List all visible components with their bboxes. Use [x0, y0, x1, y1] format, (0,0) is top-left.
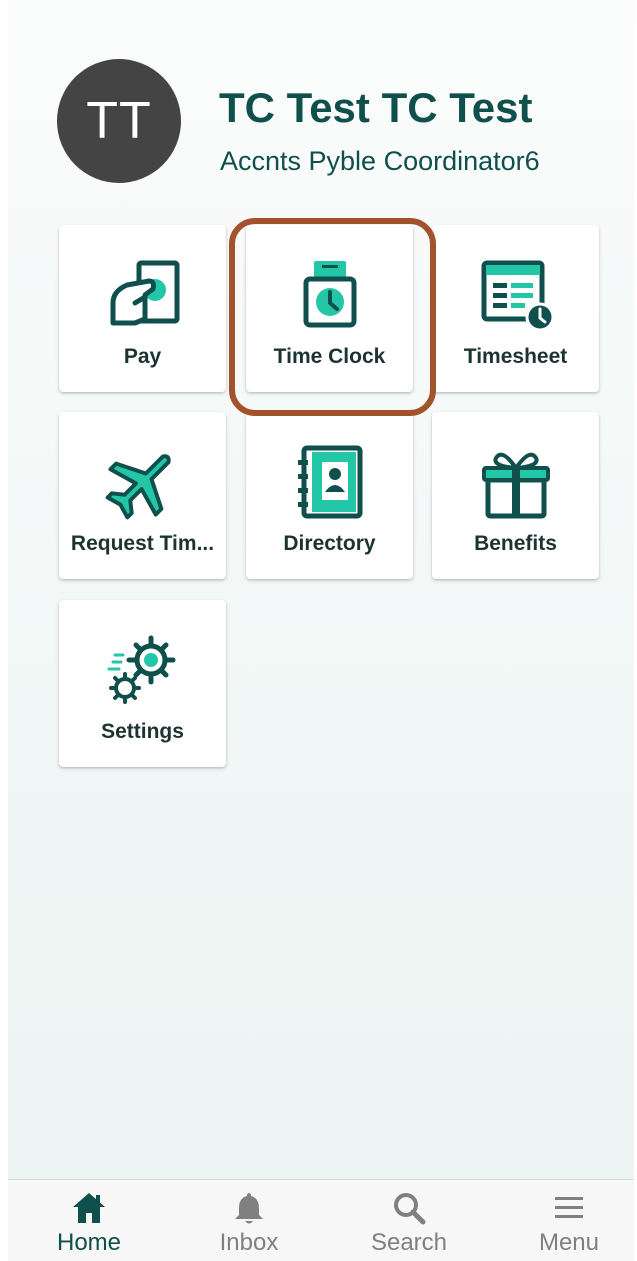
- user-name: TC Test TC Test: [219, 84, 533, 131]
- tile-directory[interactable]: Directory: [246, 412, 413, 579]
- tile-settings[interactable]: Settings: [59, 600, 226, 767]
- user-role: Accnts Pyble Coordinator6: [220, 146, 540, 176]
- search-icon: [394, 1193, 426, 1225]
- gift-icon: [481, 452, 550, 519]
- address-book-icon: [297, 445, 362, 519]
- tile-label: Request Tim...: [70, 532, 215, 555]
- time-clock-icon: [303, 261, 356, 328]
- bottom-nav: Home Inbox Search Menu: [8, 1179, 634, 1261]
- nav-label: Search: [370, 1229, 448, 1256]
- nav-label: Menu: [538, 1229, 600, 1256]
- tile-label: Pay: [123, 345, 162, 368]
- tile-label: Time Clock: [273, 345, 386, 368]
- hand-money-icon: [110, 260, 179, 326]
- bell-icon: [235, 1193, 263, 1224]
- nav-inbox[interactable]: Inbox: [169, 1180, 329, 1261]
- nav-label: Home: [56, 1229, 122, 1256]
- nav-home[interactable]: Home: [9, 1180, 169, 1261]
- tile-label: Directory: [283, 532, 376, 555]
- home-screen: TT TC Test TC Test Accnts Pyble Coordina…: [0, 0, 637, 1261]
- tile-label: Timesheet: [463, 345, 568, 368]
- tile-pay[interactable]: Pay: [59, 225, 226, 392]
- tile-benefits[interactable]: Benefits: [432, 412, 599, 579]
- nav-label: Inbox: [219, 1229, 279, 1256]
- tile-label: Settings: [101, 720, 184, 743]
- gears-icon: [107, 635, 175, 704]
- nav-search[interactable]: Search: [329, 1180, 489, 1261]
- nav-menu[interactable]: Menu: [489, 1180, 637, 1261]
- tile-label: Benefits: [474, 532, 557, 555]
- airplane-icon: [105, 454, 171, 520]
- hamburger-menu-icon: [555, 1197, 583, 1218]
- avatar-initials: TT: [86, 92, 152, 150]
- avatar[interactable]: TT: [57, 59, 181, 183]
- timesheet-icon: [481, 260, 554, 332]
- home-icon: [73, 1193, 105, 1223]
- tile-time-clock[interactable]: Time Clock: [246, 225, 413, 392]
- tile-timesheet[interactable]: Timesheet: [432, 225, 599, 392]
- screen-edge: [0, 0, 8, 1260]
- tile-request-time-off[interactable]: Request Tim...: [59, 412, 226, 579]
